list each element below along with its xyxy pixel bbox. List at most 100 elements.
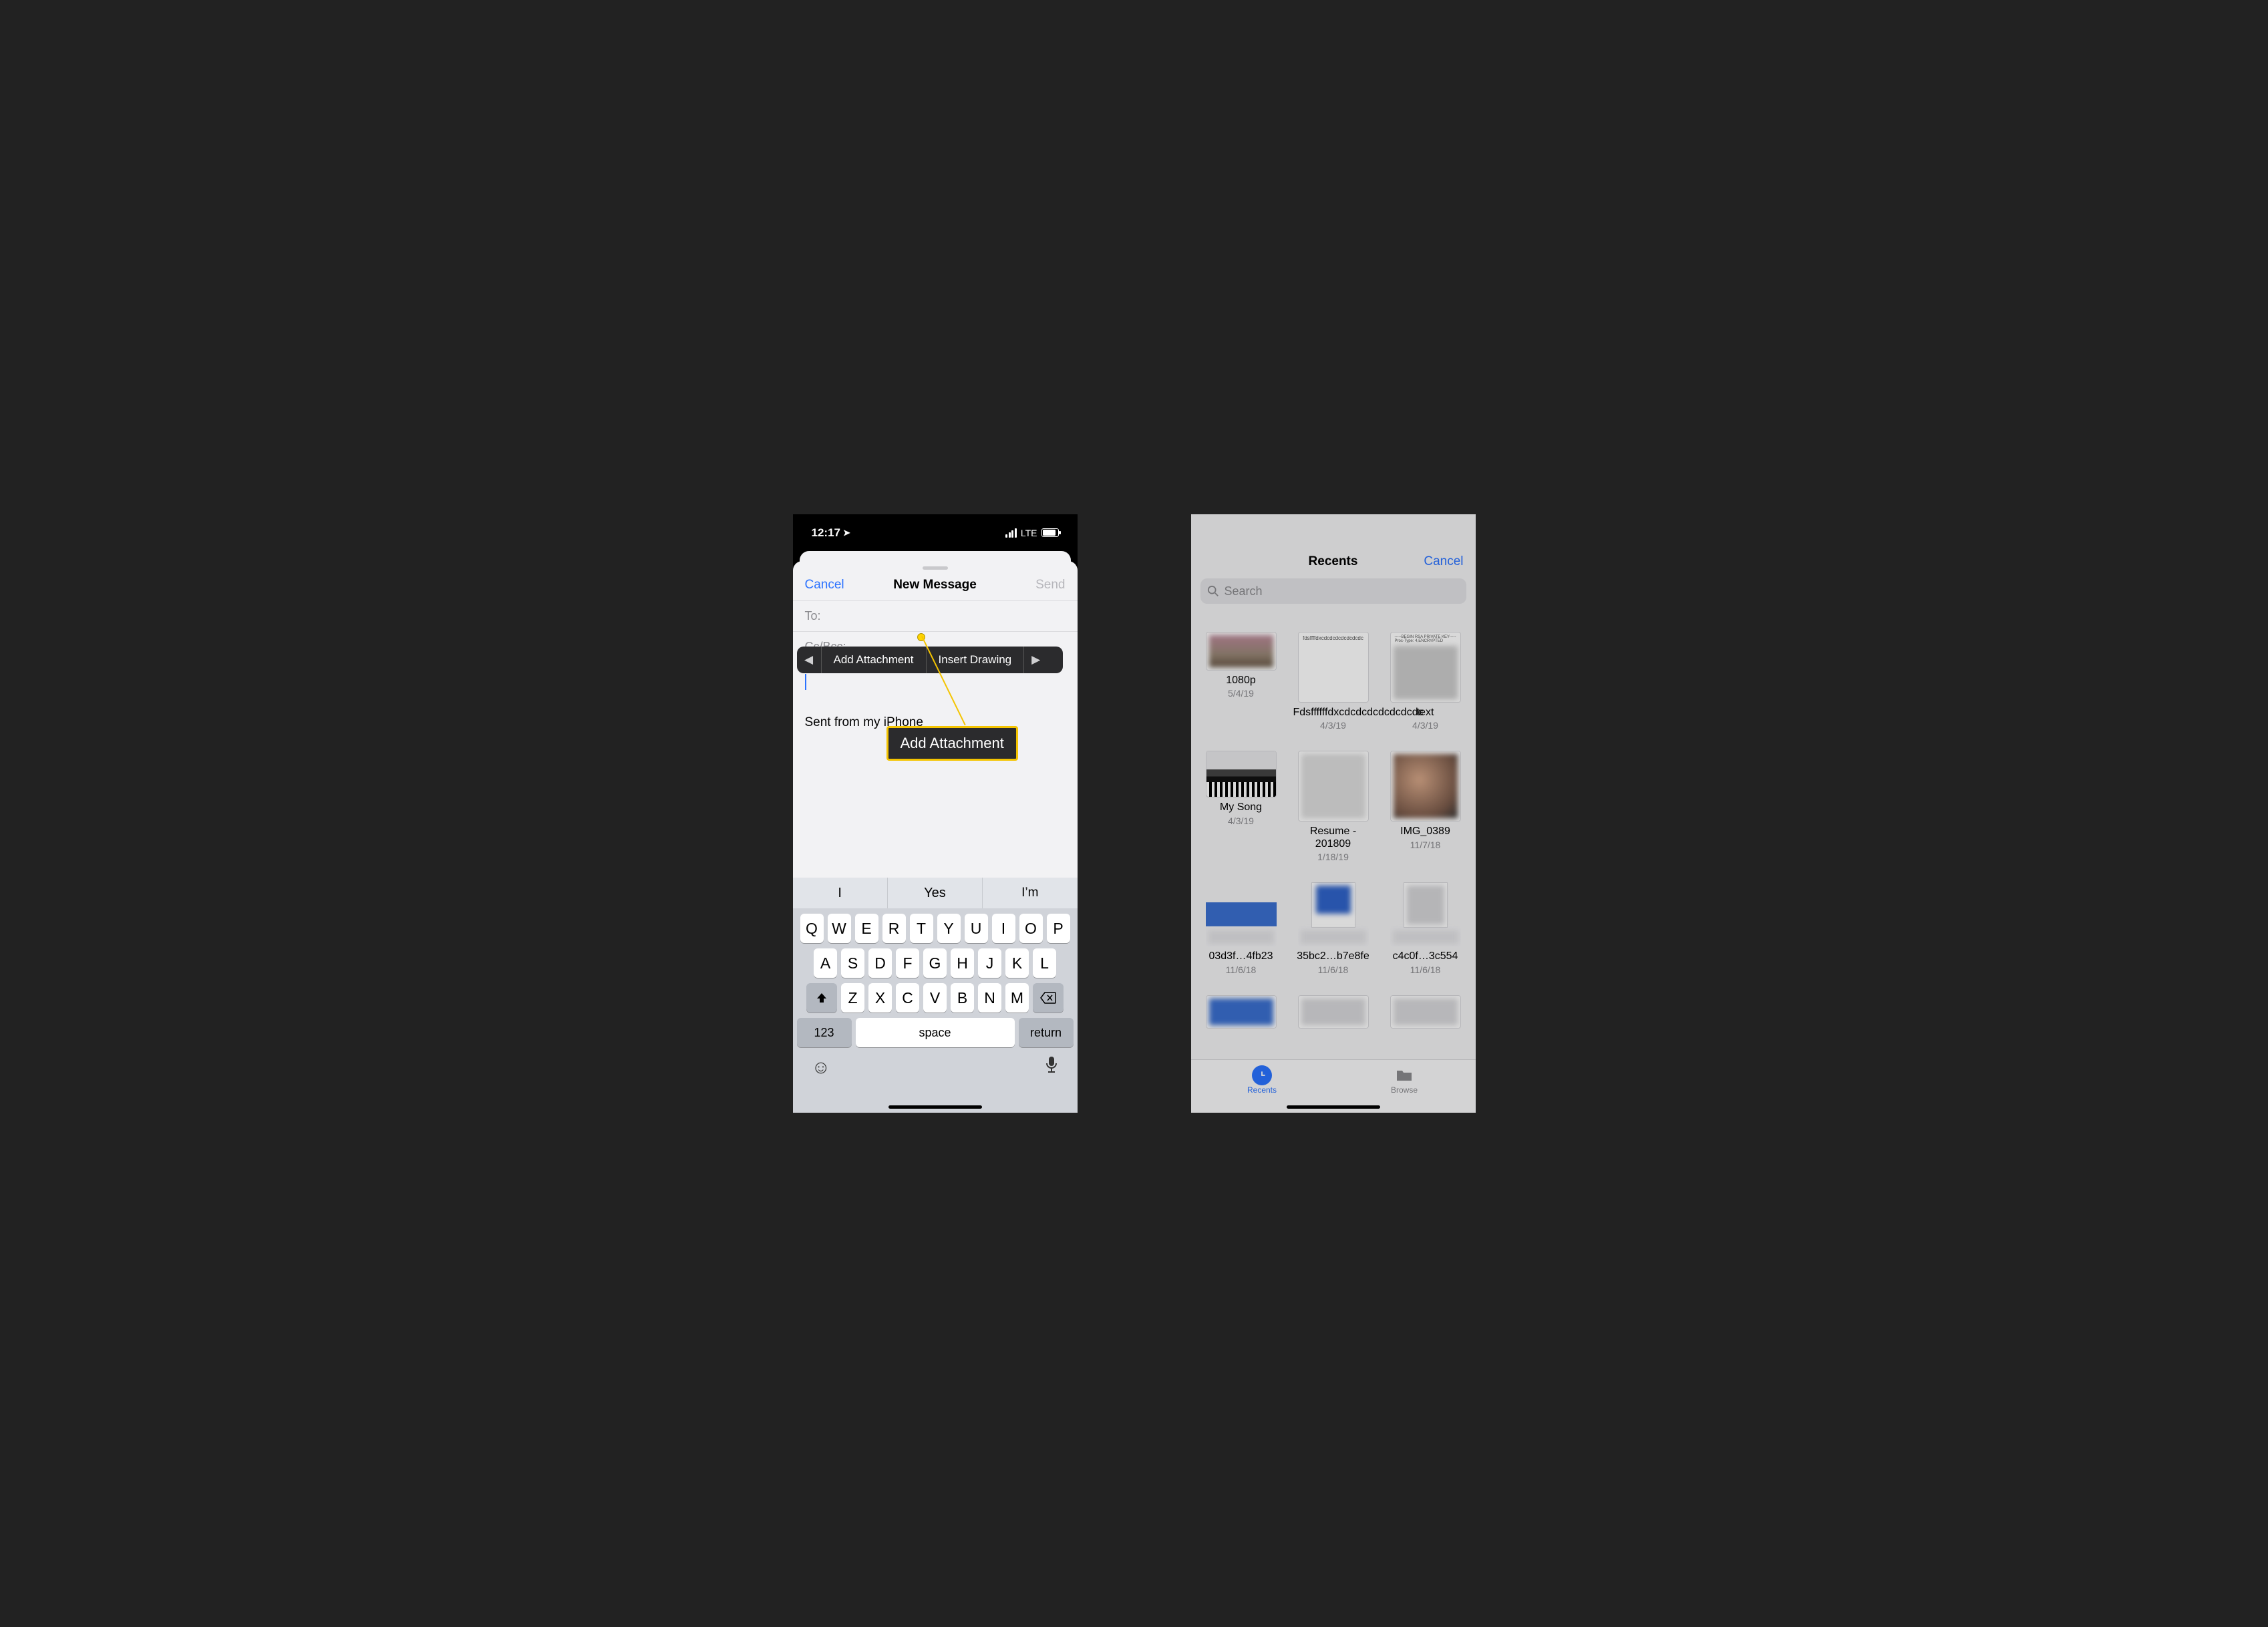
file-item[interactable]: c4c0f…3c554 11/6/18 <box>1381 882 1470 974</box>
emoji-key-icon[interactable]: ☺ <box>812 1057 831 1078</box>
numbers-key[interactable]: 123 <box>797 1018 852 1047</box>
picker-title: Recents <box>1257 554 1410 569</box>
key-h[interactable]: H <box>951 948 974 978</box>
file-item[interactable] <box>1289 995 1378 1033</box>
key-x[interactable]: X <box>868 983 892 1013</box>
key-j[interactable]: J <box>978 948 1001 978</box>
file-item[interactable]: Resume - 201809 1/18/19 <box>1289 751 1378 862</box>
file-item[interactable]: 03d3f…4fb23 11/6/18 <box>1196 882 1286 974</box>
file-date: 11/6/18 <box>1226 964 1257 975</box>
key-z[interactable]: Z <box>841 983 864 1013</box>
key-d[interactable]: D <box>868 948 892 978</box>
key-a[interactable]: A <box>814 948 837 978</box>
key-b[interactable]: B <box>951 983 974 1013</box>
key-i[interactable]: I <box>992 914 1015 943</box>
picker-cancel-button[interactable]: Cancel <box>1410 554 1464 569</box>
key-e[interactable]: E <box>855 914 878 943</box>
message-body[interactable]: Sent from my iPhone Add Attachment <box>793 662 1078 742</box>
backspace-key[interactable] <box>1033 983 1064 1013</box>
predict-3[interactable]: I’m <box>983 878 1077 908</box>
key-row-2: A S D F G H J K L <box>793 943 1078 978</box>
file-item[interactable]: 35bc2…b7e8fe 11/6/18 <box>1289 882 1378 974</box>
predictive-bar: I Yes I’m <box>793 878 1078 908</box>
key-q[interactable]: Q <box>800 914 824 943</box>
key-l[interactable]: L <box>1033 948 1056 978</box>
search-bar[interactable]: Search <box>1200 578 1466 604</box>
ccbcc-field[interactable]: Cc/Bcc: ◀ Add Attachment Insert Drawing … <box>793 631 1078 662</box>
file-item[interactable]: ☁︎ My Song 4/3/19 <box>1196 751 1286 862</box>
text-cursor <box>805 674 806 690</box>
dictation-key-icon[interactable] <box>1044 1055 1059 1079</box>
battery-icon <box>1041 528 1059 537</box>
search-placeholder: Search <box>1225 584 1263 598</box>
key-y[interactable]: Y <box>937 914 961 943</box>
key-c[interactable]: C <box>896 983 919 1013</box>
send-button[interactable]: Send <box>1035 578 1065 592</box>
key-o[interactable]: O <box>1019 914 1043 943</box>
key-t[interactable]: T <box>910 914 933 943</box>
search-icon <box>1207 585 1219 597</box>
key-r[interactable]: R <box>882 914 906 943</box>
key-row-4: 123 space return <box>793 1013 1078 1047</box>
files-grid: 1080p 5/4/19 fdsffffdxcdcdcdcdcdcdcdc Fd… <box>1191 610 1476 1033</box>
file-date: 11/6/18 <box>1318 964 1349 975</box>
file-item[interactable]: fdsffffdxcdcdcdcdcdcdcdc Fdsffffffdxcdcd… <box>1289 632 1378 731</box>
space-key[interactable]: space <box>856 1018 1015 1047</box>
key-m[interactable]: M <box>1005 983 1029 1013</box>
cancel-button[interactable]: Cancel <box>805 578 844 592</box>
key-s[interactable]: S <box>841 948 864 978</box>
file-name: Resume - 201809 <box>1293 826 1373 850</box>
cellular-signal-icon <box>1005 528 1017 538</box>
key-n[interactable]: N <box>978 983 1001 1013</box>
folder-icon <box>1394 1065 1414 1085</box>
file-name: My Song <box>1220 801 1262 814</box>
keyboard-bottom-row: ☺ <box>793 1047 1078 1081</box>
file-thumbnail <box>1390 995 1461 1029</box>
file-name: 03d3f…4fb23 <box>1208 950 1273 962</box>
key-k[interactable]: K <box>1005 948 1029 978</box>
picker-nav: Recents Cancel <box>1191 514 1476 576</box>
file-name: text <box>1417 707 1434 719</box>
file-date: 11/6/18 <box>1410 964 1441 975</box>
home-indicator[interactable] <box>1287 1105 1380 1109</box>
predict-1[interactable]: I <box>793 878 888 908</box>
file-item[interactable] <box>1196 995 1286 1033</box>
file-date: 4/3/19 <box>1320 720 1346 731</box>
sheet-grabber[interactable] <box>923 566 948 570</box>
file-thumbnail <box>1206 882 1277 946</box>
to-field[interactable]: To: <box>793 600 1078 631</box>
key-w[interactable]: W <box>828 914 851 943</box>
file-thumbnail <box>1390 751 1461 822</box>
file-date: 11/7/18 <box>1410 840 1441 850</box>
home-indicator[interactable] <box>888 1105 982 1109</box>
file-thumbnail <box>1206 632 1277 671</box>
file-thumbnail <box>1298 995 1369 1029</box>
key-v[interactable]: V <box>923 983 947 1013</box>
tab-label: Recents <box>1247 1085 1277 1095</box>
backspace-icon <box>1040 992 1056 1004</box>
file-item[interactable]: -----BEGIN RSA PRIVATE KEY-----Proc-Type… <box>1381 632 1470 731</box>
file-thumbnail: -----BEGIN RSA PRIVATE KEY-----Proc-Type… <box>1390 632 1461 703</box>
file-thumbnail: ☁︎ <box>1206 751 1277 797</box>
key-g[interactable]: G <box>923 948 947 978</box>
key-f[interactable]: F <box>896 948 919 978</box>
tab-label: Browse <box>1391 1085 1418 1095</box>
file-thumbnail: fdsffffdxcdcdcdcdcdcdcdc <box>1298 632 1369 703</box>
status-bar: 12:17 ➤ LTE <box>793 514 1078 551</box>
key-u[interactable]: U <box>965 914 988 943</box>
compose-sheet: Cancel New Message Send To: Cc/Bcc: ◀ Ad… <box>793 561 1078 888</box>
shift-icon <box>815 991 828 1005</box>
file-name: 1080p <box>1226 675 1256 687</box>
status-time: 12:17 <box>812 526 840 540</box>
keyboard: I Yes I’m Q W E R T Y U I O P A S D F G … <box>793 878 1078 1113</box>
shift-key[interactable] <box>806 983 837 1013</box>
file-item[interactable]: IMG_0389 11/7/18 <box>1381 751 1470 862</box>
tab-bar: Recents Browse <box>1191 1059 1476 1113</box>
file-item[interactable] <box>1381 995 1470 1033</box>
return-key[interactable]: return <box>1019 1018 1074 1047</box>
file-date: 4/3/19 <box>1412 720 1438 731</box>
predict-2[interactable]: Yes <box>888 878 983 908</box>
key-p[interactable]: P <box>1047 914 1070 943</box>
file-date: 1/18/19 <box>1317 852 1349 862</box>
file-item[interactable]: 1080p 5/4/19 <box>1196 632 1286 731</box>
